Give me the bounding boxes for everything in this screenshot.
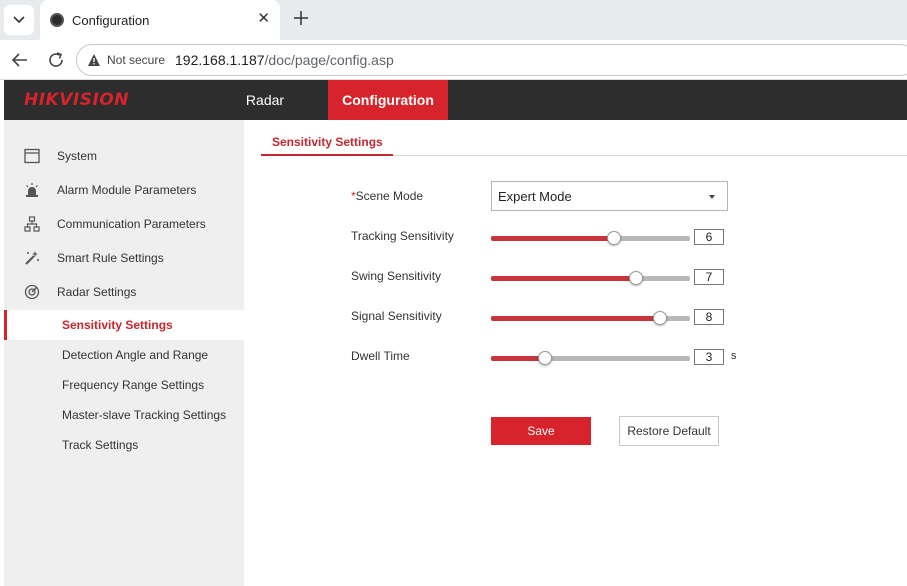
dwell-time-unit: s (731, 350, 737, 362)
sidebar-subitem-label: Detection Angle and Range (62, 348, 209, 362)
alarm-light-icon (26, 183, 38, 197)
sidebar-subitem-label: Frequency Range Settings (62, 378, 205, 392)
swing-sensitivity-label: Swing Sensitivity (351, 269, 442, 283)
slider-fill (491, 356, 545, 361)
signal-sensitivity-label: Signal Sensitivity (351, 309, 442, 323)
tab-divider (393, 155, 907, 156)
url-text: 192.168.1.187/doc/page/config.asp (175, 52, 394, 68)
sidebar-item-label: Alarm Module Parameters (57, 183, 197, 197)
sidebar-subitem-label: Sensitivity Settings (62, 318, 173, 332)
tab-title: Configuration (72, 13, 150, 28)
dwell-time-value[interactable]: 3 (694, 349, 724, 365)
magic-wand-icon (25, 251, 39, 265)
signal-sensitivity-value[interactable]: 8 (694, 309, 724, 325)
tracking-sensitivity-slider[interactable] (491, 230, 690, 246)
sidebar-item-label: Communication Parameters (57, 217, 206, 231)
browser-tab[interactable]: Configuration ✕ (40, 0, 280, 40)
scene-mode-label-text: Scene Mode (355, 189, 424, 203)
tab-search-button[interactable] (4, 5, 34, 35)
tracking-sensitivity-label: Tracking Sensitivity (351, 229, 454, 243)
scene-mode-select[interactable]: Expert Mode (491, 181, 728, 211)
scene-mode-label: *Scene Mode (351, 189, 423, 203)
network-icon (24, 216, 40, 232)
swing-sensitivity-value[interactable]: 7 (694, 269, 724, 285)
close-tab-icon[interactable]: ✕ (257, 11, 270, 27)
slider-thumb[interactable] (607, 231, 621, 245)
slider-fill (491, 276, 636, 281)
sidebar-subitem-track-settings[interactable]: Track Settings (4, 430, 244, 460)
sidebar-item-system[interactable]: System (4, 141, 244, 171)
dwell-time-slider[interactable] (491, 350, 690, 366)
sidebar-item-communication[interactable]: Communication Parameters (4, 209, 244, 239)
monitor-icon (24, 148, 40, 164)
app-header: HIKVISION Radar Configuration (4, 80, 907, 120)
sidebar-subitem-sensitivity-settings[interactable]: Sensitivity Settings (4, 310, 244, 340)
signal-sensitivity-slider[interactable] (491, 310, 690, 326)
slider-fill (491, 236, 614, 241)
favicon-icon (50, 13, 64, 27)
plus-icon (294, 11, 308, 25)
nav-configuration[interactable]: Configuration (328, 80, 448, 120)
url-host: 192.168.1.187 (175, 52, 265, 68)
tracking-sensitivity-value[interactable]: 6 (694, 229, 724, 245)
dwell-time-label: Dwell Time (351, 349, 410, 363)
back-arrow-icon[interactable] (10, 50, 30, 70)
save-button[interactable]: Save (491, 417, 591, 445)
sidebar-subitem-label: Master-slave Tracking Settings (62, 408, 227, 422)
slider-fill (491, 316, 660, 321)
reload-icon[interactable] (46, 50, 66, 70)
address-bar: Not secure 192.168.1.187/doc/page/config… (0, 40, 907, 80)
url-path: /doc/page/config.asp (264, 52, 394, 68)
chevron-down-icon (13, 16, 25, 24)
sidebar-subitem-frequency-range[interactable]: Frequency Range Settings (4, 370, 244, 400)
sidebar-item-smart-rule[interactable]: Smart Rule Settings (4, 243, 244, 273)
not-secure-label[interactable]: Not secure (107, 53, 165, 67)
sidebar-item-radar-settings[interactable]: Radar Settings (4, 277, 244, 307)
tab-sensitivity-settings[interactable]: Sensitivity Settings (261, 130, 393, 156)
warning-icon[interactable] (87, 53, 101, 67)
sidebar: System Alarm Module Parameters Communica… (4, 120, 244, 586)
dropdown-arrow-icon (709, 195, 715, 199)
browser-tabstrip: Configuration ✕ (0, 0, 907, 40)
scene-mode-value: Expert Mode (498, 189, 572, 204)
hikvision-logo: HIKVISION (24, 90, 129, 110)
slider-thumb[interactable] (629, 271, 643, 285)
restore-default-button[interactable]: Restore Default (619, 416, 719, 446)
sidebar-subitem-label: Track Settings (62, 438, 139, 452)
sidebar-item-label: Smart Rule Settings (57, 251, 164, 265)
sidebar-subitem-detection-angle[interactable]: Detection Angle and Range (4, 340, 244, 370)
sidebar-item-alarm-module[interactable]: Alarm Module Parameters (4, 175, 244, 205)
slider-thumb[interactable] (538, 351, 552, 365)
sidebar-item-label: Radar Settings (57, 285, 137, 299)
slider-thumb[interactable] (653, 311, 667, 325)
nav-radar[interactable]: Radar (230, 80, 300, 120)
sidebar-subitem-master-slave[interactable]: Master-slave Tracking Settings (4, 400, 244, 430)
swing-sensitivity-slider[interactable] (491, 270, 690, 286)
sidebar-item-label: System (57, 149, 98, 163)
new-tab-button[interactable] (288, 6, 314, 32)
url-input[interactable]: Not secure 192.168.1.187/doc/page/config… (76, 44, 907, 76)
radar-icon (24, 284, 40, 300)
